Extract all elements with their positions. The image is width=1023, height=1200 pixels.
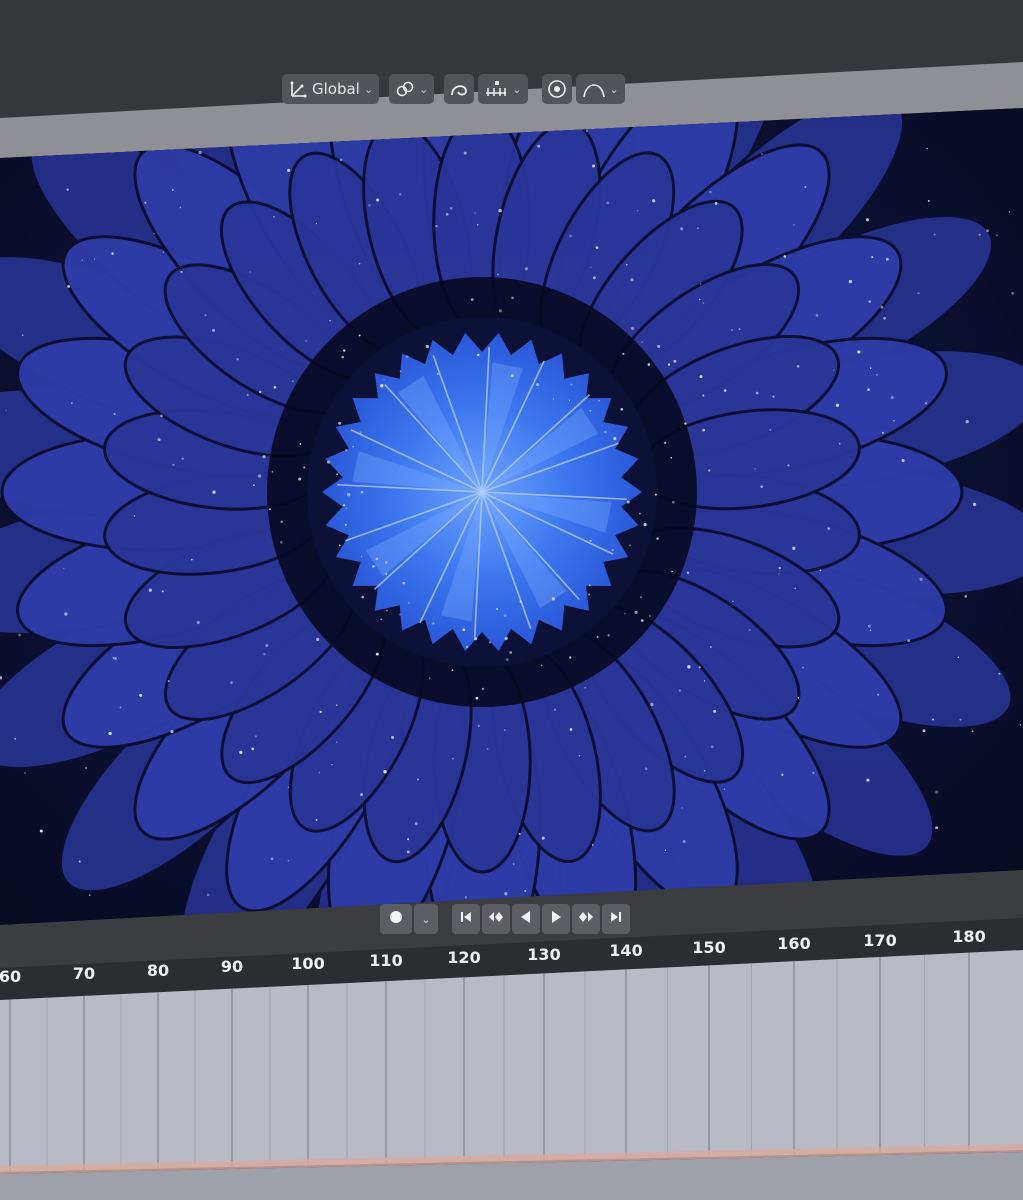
frame-label: 100 bbox=[291, 954, 325, 974]
frame-label: 130 bbox=[527, 944, 561, 964]
chevron-down-icon: ⌄ bbox=[419, 82, 429, 96]
jump-to-start-icon bbox=[458, 909, 474, 929]
pivot-point-icon bbox=[395, 79, 415, 99]
frame-label: 180 bbox=[952, 927, 986, 947]
transform-orientation-label: Global bbox=[312, 80, 360, 98]
snap-toggle[interactable] bbox=[444, 74, 475, 104]
chevron-down-icon: ⌄ bbox=[512, 82, 522, 96]
snap-magnet-icon bbox=[448, 79, 470, 99]
jump-to-end-icon bbox=[608, 909, 624, 929]
frame-label: 140 bbox=[609, 941, 643, 961]
frame-label: 170 bbox=[863, 930, 897, 950]
snap-target-dropdown[interactable]: ⌄ bbox=[478, 74, 528, 104]
auto-keying-options-dropdown[interactable]: ⌄ bbox=[414, 904, 438, 934]
proportional-edit-icon bbox=[546, 78, 568, 100]
playback-controls: ⌄ bbox=[380, 903, 630, 935]
frame-label: 160 bbox=[777, 934, 811, 954]
frame-label: 110 bbox=[369, 951, 403, 971]
jump-to-keyframe-next-icon bbox=[577, 909, 595, 929]
frame-label: 150 bbox=[692, 937, 726, 957]
proportional-editing-toggle[interactable] bbox=[541, 74, 572, 104]
frame-label: 80 bbox=[146, 960, 170, 980]
jump-to-next-keyframe-button[interactable] bbox=[572, 904, 600, 934]
auto-keying-toggle[interactable] bbox=[380, 904, 412, 934]
play-button[interactable] bbox=[542, 904, 570, 934]
blender-screen bbox=[0, 0, 1023, 1200]
play-icon bbox=[548, 909, 564, 929]
falloff-dropdown[interactable]: ⌄ bbox=[575, 74, 625, 104]
jump-to-start-button[interactable] bbox=[452, 904, 480, 934]
falloff-curve-icon bbox=[582, 79, 606, 99]
play-reverse-icon bbox=[518, 909, 534, 929]
jump-to-prev-keyframe-button[interactable] bbox=[482, 904, 510, 934]
jump-to-end-button[interactable] bbox=[602, 904, 630, 934]
transform-orientation-dropdown[interactable]: Global ⌄ bbox=[282, 74, 380, 104]
play-reverse-button[interactable] bbox=[512, 904, 540, 934]
frame-label: 120 bbox=[447, 947, 481, 967]
frame-label: 60 bbox=[0, 966, 22, 986]
chevron-down-icon: ⌄ bbox=[421, 912, 431, 926]
snap-increment-icon bbox=[484, 79, 508, 99]
chevron-down-icon: ⌄ bbox=[609, 82, 619, 96]
frame-label: 70 bbox=[72, 963, 96, 983]
frame-label: 90 bbox=[220, 957, 244, 977]
pivot-point-dropdown[interactable]: ⌄ bbox=[389, 74, 435, 104]
transform-orientation-icon bbox=[288, 79, 308, 99]
record-icon bbox=[388, 909, 404, 929]
jump-to-keyframe-prev-icon bbox=[487, 909, 505, 929]
chevron-down-icon: ⌄ bbox=[363, 82, 374, 96]
viewport-header-tools: Global ⌄ ⌄ ⌄ ⌄ bbox=[282, 73, 625, 105]
